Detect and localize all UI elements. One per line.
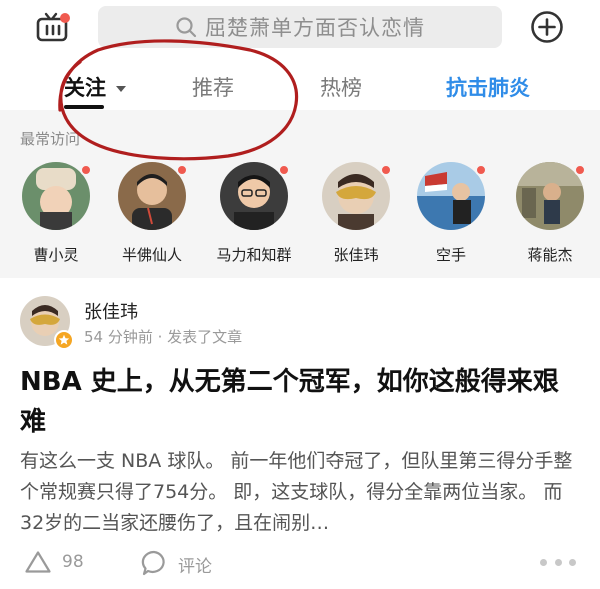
recent-user-name: 马力和知群 xyxy=(216,246,292,264)
action-bar: 98 评论 xyxy=(0,540,600,586)
tab-bar: 关注 推荐 热榜 抗击肺炎 xyxy=(0,60,600,110)
chevron-down-icon xyxy=(116,86,126,92)
recent-user-name: 张佳玮 xyxy=(333,246,379,264)
comment-label[interactable]: 评论 xyxy=(178,552,212,577)
search-bar[interactable]: 屈楚萧单方面否认恋情 xyxy=(98,6,502,48)
tab-recommend[interactable]: 推荐 xyxy=(192,72,234,102)
tab-follow[interactable]: 关注 xyxy=(64,72,126,102)
recent-user-item[interactable]: 曹小灵 xyxy=(8,162,104,274)
recent-user-item[interactable]: 马力和知群 xyxy=(206,162,302,274)
search-placeholder: 屈楚萧单方面否认恋情 xyxy=(205,16,425,40)
notification-dot xyxy=(176,164,188,176)
top-bar: 屈楚萧单方面否认恋情 xyxy=(0,0,600,56)
verified-badge-icon xyxy=(54,330,74,350)
recent-user-name: 曹小灵 xyxy=(33,246,79,264)
recent-user-item[interactable]: 空手 xyxy=(403,162,499,274)
tab-hot-list-label: 热榜 xyxy=(320,76,362,100)
notification-dot xyxy=(475,164,487,176)
author-name[interactable]: 张佳玮 xyxy=(84,298,138,324)
dot xyxy=(554,558,562,566)
recent-user-name: 半佛仙人 xyxy=(121,246,182,264)
add-icon[interactable] xyxy=(530,10,564,44)
post-meta: 54 分钟前 · 发表了文章 xyxy=(84,328,243,346)
recent-user-item[interactable]: 张佳玮 xyxy=(308,162,404,274)
upvote-icon[interactable] xyxy=(24,550,52,574)
tab-recommend-label: 推荐 xyxy=(192,76,234,100)
tab-fight-pneumonia-label: 抗击肺炎 xyxy=(446,76,530,100)
tv-icon[interactable] xyxy=(36,12,70,42)
dot xyxy=(569,558,576,566)
search-icon xyxy=(176,17,197,38)
notification-dot xyxy=(80,164,92,176)
recent-user-name: 空手 xyxy=(435,246,466,264)
notification-dot xyxy=(380,164,392,176)
notification-dot xyxy=(574,164,586,176)
recent-user-name: 蒋能杰 xyxy=(527,246,573,264)
tab-hot-list[interactable]: 热榜 xyxy=(320,72,362,102)
recent-user-item[interactable]: 半佛仙人 xyxy=(104,162,200,274)
upvote-count[interactable]: 98 xyxy=(62,552,84,572)
recently-visited-title: 最常访问 xyxy=(20,130,81,148)
article-excerpt[interactable]: 有这么一支 NBA 球队。 前一年他们夺冠了，但队里第三得分手整个常规赛只得了7… xyxy=(20,446,585,539)
tab-follow-label: 关注 xyxy=(64,76,106,100)
more-options-icon[interactable] xyxy=(540,550,576,574)
recently-visited-section: 最常访问 曹小灵 半佛仙人 马力和知群 张佳玮 空手 蒋能杰 xyxy=(0,110,600,278)
star-icon xyxy=(58,334,70,345)
tab-fight-pneumonia[interactable]: 抗击肺炎 xyxy=(446,72,530,102)
comment-icon[interactable] xyxy=(140,549,168,577)
dot xyxy=(540,558,547,566)
recent-user-item[interactable]: 蒋能杰 xyxy=(502,162,598,274)
article-headline[interactable]: NBA 史上，从无第二个冠军，如你这般得来艰难 xyxy=(20,362,580,442)
notification-dot xyxy=(278,164,290,176)
active-tab-indicator xyxy=(64,105,104,109)
